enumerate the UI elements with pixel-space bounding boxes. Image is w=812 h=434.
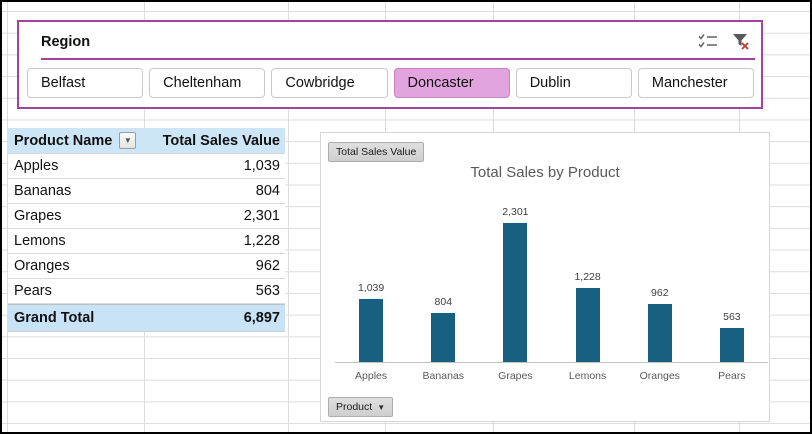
- slicer-item-belfast[interactable]: Belfast: [27, 68, 143, 98]
- pivot-header-product-label: Product Name: [14, 133, 112, 149]
- category-label-pears: Pears: [696, 370, 768, 382]
- filter-dropdown-icon[interactable]: ▼: [119, 132, 136, 149]
- slicer-title: Region: [41, 34, 90, 50]
- data-label-lemons: 1,228: [552, 271, 624, 283]
- pivot-chart[interactable]: Total Sales Value Total Sales by Product…: [320, 132, 770, 422]
- pivot-value-cell: 2,301: [244, 208, 280, 224]
- pivot-value-cell: 1,228: [244, 233, 280, 249]
- category-label-apples: Apples: [335, 370, 407, 382]
- slicer-item-cowbridge[interactable]: Cowbridge: [271, 68, 387, 98]
- slicer-item-manchester[interactable]: Manchester: [638, 68, 754, 98]
- bar-oranges[interactable]: [648, 304, 672, 362]
- pivot-row-grapes[interactable]: Grapes 2,301: [8, 204, 285, 229]
- pivot-product-cell: Grapes: [14, 208, 62, 224]
- grand-total-value: 6,897: [244, 310, 280, 326]
- bar-bananas[interactable]: [431, 313, 455, 362]
- pivot-header-value[interactable]: Total Sales Value: [144, 133, 285, 149]
- chevron-down-icon: ▼: [377, 403, 385, 412]
- category-label-grapes: Grapes: [479, 370, 551, 382]
- pivot-row-oranges[interactable]: Oranges 962: [8, 254, 285, 279]
- slicer-button-list: BelfastCheltenhamCowbridgeDoncasterDubli…: [27, 68, 754, 98]
- excel-worksheet: Region BelfastCheltenhamCowbridgeDoncast…: [0, 0, 812, 434]
- data-label-oranges: 962: [624, 287, 696, 299]
- pivot-table: Product Name ▼ Total Sales Value Apples 1…: [8, 128, 285, 332]
- pivot-product-cell: Apples: [14, 158, 58, 174]
- pivot-product-cell: Pears: [14, 283, 52, 299]
- pivot-value-cell: 1,039: [244, 158, 280, 174]
- slicer-item-doncaster[interactable]: Doncaster: [394, 68, 510, 98]
- multi-select-icon[interactable]: [697, 33, 719, 51]
- value-field-button[interactable]: Total Sales Value: [328, 142, 424, 162]
- bar-apples[interactable]: [359, 299, 383, 362]
- pivot-row-pears[interactable]: Pears 563: [8, 279, 285, 304]
- axis-field-button[interactable]: Product ▼: [328, 397, 393, 417]
- category-axis-line: [335, 362, 768, 363]
- slicer-separator: [41, 58, 755, 60]
- slicer-header: Region: [19, 22, 761, 55]
- category-label-bananas: Bananas: [407, 370, 479, 382]
- axis-field-button-label: Product: [336, 401, 372, 413]
- bar-pears[interactable]: [720, 328, 744, 362]
- pivot-row-lemons[interactable]: Lemons 1,228: [8, 229, 285, 254]
- pivot-row-bananas[interactable]: Bananas 804: [8, 179, 285, 204]
- pivot-product-cell: Oranges: [14, 258, 70, 274]
- category-label-lemons: Lemons: [552, 370, 624, 382]
- data-label-pears: 563: [696, 311, 768, 323]
- bar-grapes[interactable]: [503, 223, 527, 362]
- value-field-button-label: Total Sales Value: [336, 146, 416, 158]
- pivot-header-product[interactable]: Product Name ▼: [8, 132, 144, 149]
- pivot-value-cell: 804: [256, 183, 280, 199]
- data-label-bananas: 804: [407, 296, 479, 308]
- pivot-product-cell: Bananas: [14, 183, 71, 199]
- chart-title: Total Sales by Product: [321, 164, 769, 181]
- category-label-oranges: Oranges: [624, 370, 696, 382]
- region-slicer[interactable]: Region BelfastCheltenhamCowbridgeDoncast…: [17, 20, 763, 109]
- pivot-header-value-label: Total Sales Value: [163, 133, 280, 149]
- pivot-product-cell: Lemons: [14, 233, 66, 249]
- pivot-header-row: Product Name ▼ Total Sales Value: [8, 128, 285, 154]
- slicer-item-dublin[interactable]: Dublin: [516, 68, 632, 98]
- grand-total-label: Grand Total: [14, 310, 94, 326]
- pivot-grand-total-row[interactable]: Grand Total 6,897: [8, 304, 285, 332]
- clear-filter-icon[interactable]: [731, 32, 751, 52]
- pivot-value-cell: 563: [256, 283, 280, 299]
- data-label-apples: 1,039: [335, 282, 407, 294]
- data-label-grapes: 2,301: [479, 206, 551, 218]
- pivot-body: Apples 1,039 Bananas 804 Grapes 2,301 Lemons 1,…: [8, 154, 285, 304]
- pivot-row-apples[interactable]: Apples 1,039: [8, 154, 285, 179]
- slicer-item-cheltenham[interactable]: Cheltenham: [149, 68, 265, 98]
- pivot-value-cell: 962: [256, 258, 280, 274]
- bar-lemons[interactable]: [576, 288, 600, 362]
